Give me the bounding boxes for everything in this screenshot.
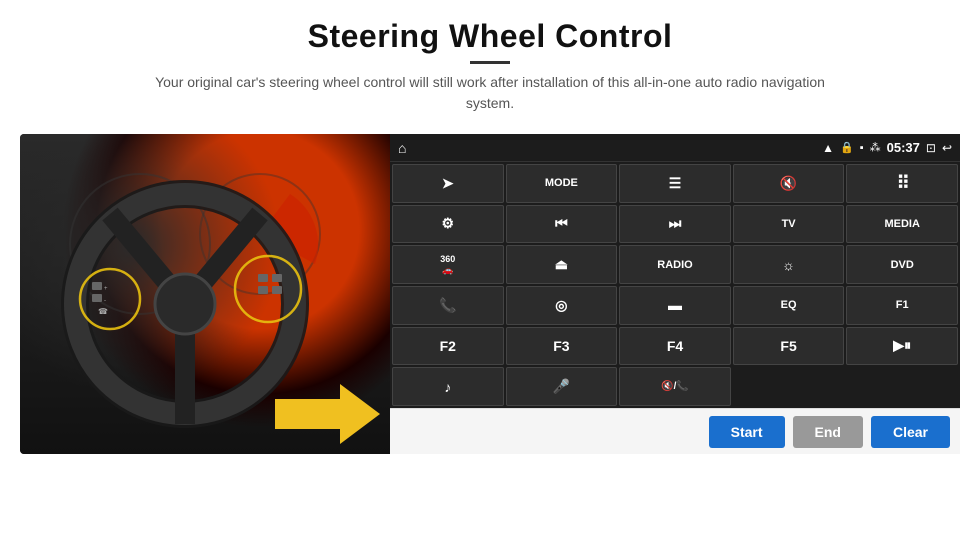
status-bar-right: ▲ 🔒 ▪ ⁂ 05:37 ⊡ ↩ <box>822 140 952 155</box>
eq-btn[interactable]: EQ <box>733 286 845 325</box>
tv-btn[interactable]: TV <box>733 205 845 244</box>
radio-btn[interactable]: RADIO <box>619 245 731 284</box>
home-icon[interactable]: ⌂ <box>398 140 406 156</box>
end-button[interactable]: End <box>793 416 863 448</box>
f2-btn[interactable]: F2 <box>392 327 504 366</box>
wifi-icon: ▲ <box>822 141 834 155</box>
clear-button[interactable]: Clear <box>871 416 950 448</box>
back-icon[interactable]: ↩ <box>942 141 952 155</box>
lock-icon: 🔒 <box>840 141 854 154</box>
sim-icon: ▪ <box>860 142 864 154</box>
music-btn[interactable]: ♪ <box>392 367 504 406</box>
steering-wheel-image: + - ☎ <box>20 134 390 454</box>
start-button[interactable]: Start <box>709 416 785 448</box>
media-btn[interactable]: MEDIA <box>846 205 958 244</box>
phone-btn[interactable]: 📞 <box>392 286 504 325</box>
mic-btn[interactable]: 🎤 <box>506 367 618 406</box>
prev-btn[interactable]: ⏮ <box>506 205 618 244</box>
svg-text:+: + <box>104 286 108 292</box>
steering-wheel-svg: + - ☎ <box>20 134 390 454</box>
control-panel: ⌂ ▲ 🔒 ▪ ⁂ 05:37 ⊡ ↩ ➤ MODE ☰ 🔇 <box>390 134 960 454</box>
hangup-btn[interactable]: 🔇/📞 <box>619 367 731 406</box>
playpause-btn[interactable]: ▶⏸ <box>846 327 958 366</box>
next-btn[interactable]: ⏭ <box>619 205 731 244</box>
brightness-btn[interactable]: ☼ <box>733 245 845 284</box>
svg-text:-: - <box>104 298 106 304</box>
title-section: Steering Wheel Control Your original car… <box>140 18 840 128</box>
apps-btn[interactable]: ⠿ <box>846 164 958 203</box>
list-btn[interactable]: ☰ <box>619 164 731 203</box>
f5-btn[interactable]: F5 <box>733 327 845 366</box>
page-container: Steering Wheel Control Your original car… <box>0 0 980 544</box>
f4-btn[interactable]: F4 <box>619 327 731 366</box>
mute-btn[interactable]: 🔇 <box>733 164 845 203</box>
status-bar-left: ⌂ <box>398 140 406 156</box>
dvd-btn[interactable]: DVD <box>846 245 958 284</box>
f3-btn[interactable]: F3 <box>506 327 618 366</box>
eject-btn[interactable]: ⏏ <box>506 245 618 284</box>
cam360-btn[interactable]: 360🚗 <box>392 245 504 284</box>
page-subtitle: Your original car's steering wheel contr… <box>140 72 840 114</box>
nav-btn[interactable]: ➤ <box>392 164 504 203</box>
status-bar: ⌂ ▲ 🔒 ▪ ⁂ 05:37 ⊡ ↩ <box>390 134 960 162</box>
title-divider <box>470 61 510 64</box>
window-icon[interactable]: ⊡ <box>926 141 936 155</box>
content-row: + - ☎ ⌂ <box>20 134 960 454</box>
page-title: Steering Wheel Control <box>140 18 840 55</box>
bt-icon: ⁂ <box>870 141 881 154</box>
bottom-action-bar: Start End Clear <box>390 408 960 454</box>
svg-text:☎: ☎ <box>98 307 108 316</box>
screen-btn[interactable]: ▬ <box>619 286 731 325</box>
status-time: 05:37 <box>887 140 920 155</box>
browse-btn[interactable]: ◎ <box>506 286 618 325</box>
button-grid: ➤ MODE ☰ 🔇 ⠿ ⚙ ⏮ ⏭ TV MEDIA 360🚗 ⏏ RADIO… <box>390 162 960 408</box>
settings-btn[interactable]: ⚙ <box>392 205 504 244</box>
f1-btn[interactable]: F1 <box>846 286 958 325</box>
mode-btn[interactable]: MODE <box>506 164 618 203</box>
